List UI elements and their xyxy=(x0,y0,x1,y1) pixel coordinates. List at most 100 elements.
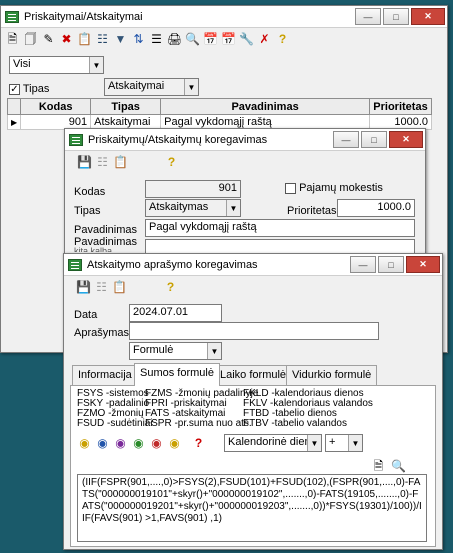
minimize-button[interactable]: — xyxy=(355,8,381,25)
tree-icon[interactable]: ☷ xyxy=(95,32,110,47)
chevron-down-icon[interactable]: ▼ xyxy=(348,435,362,451)
sort-icon[interactable]: ⇅ xyxy=(131,32,146,47)
tab-vidurkio-formule[interactable]: Vidurkio formulė xyxy=(286,365,378,386)
pajamu-checkbox[interactable] xyxy=(285,182,296,194)
tab-panel: FSYS -sistemos FZMS -žmonių padalinyje F… xyxy=(70,385,436,547)
app-icon xyxy=(69,133,83,146)
chevron-down-icon[interactable]: ▼ xyxy=(307,435,321,451)
fn-fspr: FSPR -pr.suma nuo ats. xyxy=(145,418,252,429)
tools-icon[interactable]: 🔧 xyxy=(239,32,254,47)
col-pavadinimas[interactable]: Pavadinimas xyxy=(160,98,370,115)
formula-editor[interactable]: (IIF(FSPR(901,....,0)>FSYS(2),FSUD(101)+… xyxy=(77,474,427,542)
insert-fsud-icon[interactable]: ◉ xyxy=(131,435,146,450)
close-button[interactable]: ✕ xyxy=(389,131,423,148)
pavadinimas-field[interactable]: Pagal vykdomąjį raštą xyxy=(145,219,415,237)
close-button[interactable]: ✕ xyxy=(411,8,445,25)
operator-select-value: + xyxy=(329,436,336,448)
pavadinimas2-sublabel: kita kalba xyxy=(74,246,113,252)
pajamu-label: Pajamų mokestis xyxy=(299,182,383,194)
help-icon[interactable]: ? xyxy=(164,155,179,170)
col-kodas[interactable]: Kodas xyxy=(20,98,92,115)
insert-fpri-icon[interactable]: ◉ xyxy=(167,435,182,450)
tab-laiko-formule[interactable]: Laiko formulė xyxy=(214,365,293,386)
new-icon[interactable]: 🗎 xyxy=(5,32,20,47)
type-select-value: Formulė xyxy=(133,344,174,356)
data-table: Kodas Tipas Pavadinimas Prioritetas ▶ 90… xyxy=(6,98,432,130)
tipas-checkbox-row[interactable]: ✓ Tipas xyxy=(9,83,49,95)
edit-window: Priskaitymų/Atskaitymų koregavimas — □ ✕… xyxy=(64,128,426,273)
find-icon[interactable]: 🔍 xyxy=(185,32,200,47)
insert-fsys-icon[interactable]: ◉ xyxy=(77,435,92,450)
aprasymas-field[interactable] xyxy=(129,322,379,340)
desc-window: Atskaitymo aprašymo koregavimas — □ ✕ 💾 … xyxy=(63,253,443,550)
calendar-select[interactable]: Kalendorinė dieno ▼ xyxy=(224,434,322,452)
pajamu-checkbox-row[interactable]: Pajamų mokestis xyxy=(285,182,383,194)
chevron-down-icon[interactable]: ▼ xyxy=(184,79,198,95)
chevron-down-icon[interactable]: ▼ xyxy=(207,343,221,359)
tab-sumos-formule[interactable]: Sumos formulė xyxy=(134,363,220,386)
prioritetas-field[interactable]: 1000.0 xyxy=(337,199,415,217)
desc-toolbar: 💾 ☷ 📋 ? xyxy=(64,276,442,298)
main-titlebar: Priskaitymai/Atskaitymai — □ ✕ xyxy=(1,6,447,28)
save-icon[interactable]: 💾 xyxy=(76,280,91,295)
toolbar-spacer xyxy=(130,280,160,295)
delete-icon[interactable]: ✖ xyxy=(59,32,74,47)
calendar2-icon[interactable]: 📅 xyxy=(221,32,236,47)
type-select[interactable]: Formulė ▼ xyxy=(129,342,222,360)
edit-toolbar: 💾 ☷ 📋 ? xyxy=(65,151,425,173)
maximize-button[interactable]: □ xyxy=(361,131,387,148)
minimize-button[interactable]: — xyxy=(333,131,359,148)
tree-save-icon[interactable]: ☷ xyxy=(95,155,110,170)
cancel-tools-icon[interactable]: ✗ xyxy=(257,32,272,47)
edit-icon[interactable]: ✎ xyxy=(41,32,56,47)
find-icon[interactable]: 🔍 xyxy=(391,458,406,473)
help-icon[interactable]: ? xyxy=(191,435,206,450)
copy-icon[interactable]: 🗍 xyxy=(23,32,38,47)
fn-fsud: FSUD -sudėtiniai xyxy=(77,418,153,429)
tipas-label: Tipas xyxy=(74,205,101,217)
insert-fzms-icon[interactable]: ◉ xyxy=(149,435,164,450)
tipas-select[interactable]: Atskaitymas ▼ xyxy=(145,199,241,217)
data-label: Data xyxy=(74,309,98,321)
chevron-down-icon[interactable]: ▼ xyxy=(89,57,103,73)
tipas-select-value: Atskaitymas xyxy=(149,201,209,213)
insert-fsky-icon[interactable]: ◉ xyxy=(95,435,110,450)
col-tipas[interactable]: Tipas xyxy=(90,98,162,115)
desc-titlebar: Atskaitymo aprašymo koregavimas — □ ✕ xyxy=(64,254,442,276)
prioritetas-label: Prioritetas xyxy=(287,205,337,217)
maximize-button[interactable]: □ xyxy=(383,8,409,25)
main-title: Priskaitymai/Atskaitymai xyxy=(24,10,143,23)
pavadinimas-label: Pavadinimas xyxy=(74,224,137,236)
calendar-select-value: Kalendorinė dieno xyxy=(228,436,317,448)
help-icon[interactable]: ? xyxy=(275,32,290,47)
clipboard-icon[interactable]: 📋 xyxy=(113,155,128,170)
insert-fzmo-icon[interactable]: ◉ xyxy=(113,435,128,450)
close-button[interactable]: ✕ xyxy=(406,256,440,273)
clipboard-icon[interactable]: 📋 xyxy=(77,32,92,47)
calendar-icon[interactable]: 📅 xyxy=(203,32,218,47)
chevron-down-icon[interactable]: ▼ xyxy=(226,200,240,216)
help-icon[interactable]: ? xyxy=(163,280,178,295)
tab-informacija[interactable]: Informacija xyxy=(72,365,138,386)
document-icon[interactable]: 🗎 xyxy=(371,458,386,473)
fn-ftbv: FTBV -tabelio valandos xyxy=(243,418,347,429)
aprasymas-label: Aprašymas xyxy=(74,327,130,339)
tipas-checkbox[interactable]: ✓ xyxy=(9,83,20,95)
data-field[interactable]: 2024.07.01 xyxy=(129,304,222,322)
tree-save-icon[interactable]: ☷ xyxy=(94,280,109,295)
print-icon[interactable]: 🖨 xyxy=(167,32,182,47)
columns-icon[interactable]: ☰ xyxy=(149,32,164,47)
col-prioritetas[interactable]: Prioritetas xyxy=(369,98,432,115)
operator-select[interactable]: + ▼ xyxy=(325,434,363,452)
main-toolbar: 🗎 🗍 ✎ ✖ 📋 ☷ ▼ ⇅ ☰ 🖨 🔍 📅 📅 🔧 ✗ ? xyxy=(1,28,447,50)
filter-icon[interactable]: ▼ xyxy=(113,32,128,47)
save-icon[interactable]: 💾 xyxy=(77,155,92,170)
maximize-button[interactable]: □ xyxy=(378,256,404,273)
edit-titlebar: Priskaitymų/Atskaitymų koregavimas — □ ✕ xyxy=(65,129,425,151)
tipas-select[interactable]: Atskaitymai ▼ xyxy=(104,78,199,96)
filter-select[interactable]: Visi ▼ xyxy=(9,56,104,74)
kodas-field: 901 xyxy=(145,180,241,198)
clipboard-icon[interactable]: 📋 xyxy=(112,280,127,295)
function-buttons: ◉ ◉ ◉ ◉ ◉ ◉ ? xyxy=(77,435,206,450)
minimize-button[interactable]: — xyxy=(350,256,376,273)
